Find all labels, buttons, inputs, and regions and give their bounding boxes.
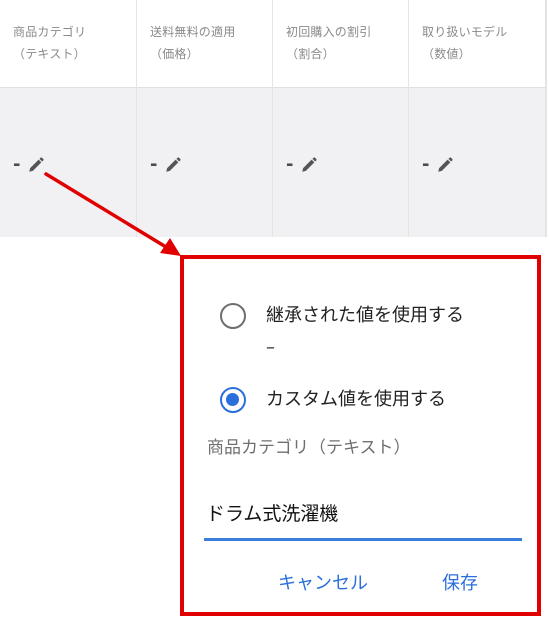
table-cell-first-purchase-discount[interactable]: - — [273, 88, 409, 237]
custom-value-field — [204, 491, 522, 541]
custom-value-field-label: 商品カテゴリ（テキスト） — [207, 438, 411, 458]
column-header-models-handled[interactable]: 取り扱いモデル （数値） — [409, 0, 546, 88]
pencil-icon[interactable] — [300, 156, 318, 174]
table-cell-models-handled[interactable]: - — [409, 88, 546, 237]
cell-value: - — [286, 154, 294, 175]
table-cell-product-category[interactable]: - — [0, 88, 137, 237]
radio-selected-icon[interactable] — [220, 387, 246, 413]
pencil-icon[interactable] — [164, 156, 182, 174]
column-header-first-purchase-discount[interactable]: 初回購入の割引 （割合） — [273, 0, 409, 88]
table-cell-free-shipping[interactable]: - — [137, 88, 273, 237]
edit-value-popover: 継承された値を使用する – カスタム値を使用する 商品カテゴリ（テキスト） キャ… — [180, 255, 541, 616]
column-header-type: （価格） — [150, 47, 199, 61]
cell-value: - — [13, 154, 21, 175]
inherited-value: – — [266, 337, 275, 358]
radio-label-inherit: 継承された値を使用する — [266, 305, 464, 326]
column-header-type: （割合） — [286, 47, 335, 61]
cancel-button[interactable]: キャンセル — [278, 569, 368, 595]
cell-value: - — [422, 154, 430, 175]
radio-option-custom[interactable]: カスタム値を使用する — [220, 387, 446, 413]
pencil-icon[interactable] — [27, 156, 45, 174]
column-header-title: 送料無料の適用 — [150, 25, 236, 39]
column-header-type: （テキスト） — [13, 47, 86, 61]
screen: 商品カテゴリ （テキスト） 送料無料の適用 （価格） 初回購入の割引 （割合） … — [0, 0, 549, 623]
custom-value-input[interactable] — [206, 497, 506, 527]
column-header-title: 商品カテゴリ — [13, 25, 87, 39]
column-header-type: （数値） — [422, 47, 471, 61]
cell-value: - — [150, 154, 158, 175]
column-header-product-category[interactable]: 商品カテゴリ （テキスト） — [0, 0, 137, 88]
column-header-free-shipping[interactable]: 送料無料の適用 （価格） — [137, 0, 273, 88]
attribute-table: 商品カテゴリ （テキスト） 送料無料の適用 （価格） 初回購入の割引 （割合） … — [0, 0, 547, 237]
column-header-title: 初回購入の割引 — [286, 25, 372, 39]
pencil-icon[interactable] — [436, 156, 454, 174]
radio-option-inherit[interactable]: 継承された値を使用する — [220, 303, 464, 329]
save-button[interactable]: 保存 — [442, 569, 478, 595]
column-header-title: 取り扱いモデル — [422, 25, 508, 39]
radio-unselected-icon[interactable] — [220, 303, 246, 329]
radio-label-custom: カスタム値を使用する — [266, 389, 446, 410]
